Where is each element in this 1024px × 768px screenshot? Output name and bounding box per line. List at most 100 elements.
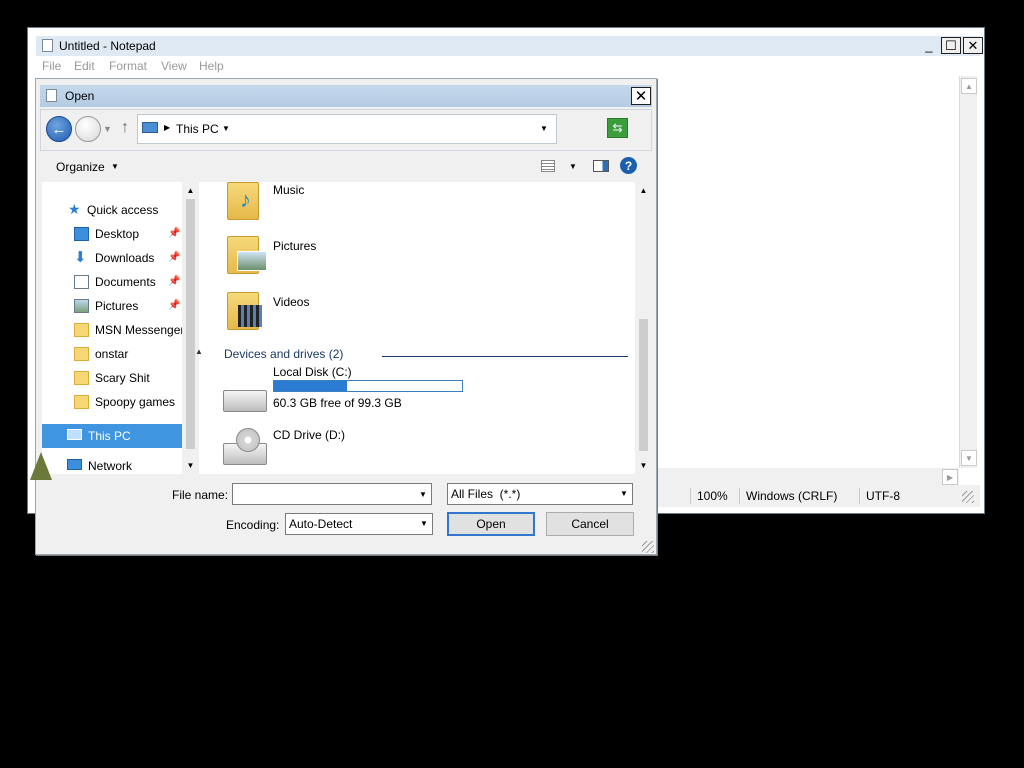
sidebar-item-label: This PC [88, 429, 131, 443]
folder-icon [74, 323, 89, 337]
forward-arrow-icon[interactable] [75, 116, 101, 142]
menu-file[interactable]: File [42, 59, 61, 73]
cancel-button[interactable]: Cancel [546, 512, 634, 536]
scroll-up-icon[interactable]: ▲ [961, 78, 977, 94]
file-name-input[interactable]: ▼ [232, 483, 432, 505]
dialog-close-button[interactable]: ✕ [631, 87, 651, 105]
pin-icon[interactable]: 📌 [168, 295, 180, 317]
maximize-button[interactable]: ☐ [941, 37, 961, 54]
file-name-dropdown-icon[interactable]: ▼ [415, 484, 431, 504]
sidebar-item-desktop[interactable]: Desktop 📌 [42, 223, 182, 245]
menu-format[interactable]: Format [109, 59, 147, 73]
file-list-scrollbar[interactable]: ▲ ▼ [635, 182, 652, 474]
pin-icon[interactable]: 📌 [168, 271, 180, 293]
address-bar[interactable]: ▶ This PC ▼ ▼ [137, 114, 557, 144]
navigation-scrollbar[interactable]: ▲ ▼ [182, 182, 199, 474]
cd-drive-icon[interactable] [223, 428, 267, 465]
sidebar-item-downloads[interactable]: ⬇ Downloads 📌 [42, 247, 182, 269]
address-history-dropdown-icon[interactable]: ▼ [540, 124, 548, 133]
organize-dropdown-icon[interactable]: ▼ [111, 162, 119, 171]
scroll-up-icon[interactable]: ▲ [182, 182, 199, 198]
notepad-titlebar[interactable]: Untitled - Notepad _ ☐ ✕ [36, 36, 983, 56]
file-label-pictures[interactable]: Pictures [273, 239, 316, 253]
dialog-resize-grip-icon[interactable] [642, 541, 654, 553]
sidebar-item-scary-shit[interactable]: Scary Shit [42, 367, 182, 389]
group-header-devices[interactable]: Devices and drives (2) [224, 347, 343, 361]
sidebar-item-spoopy-games[interactable]: Spoopy games [42, 391, 182, 413]
help-icon[interactable]: ? [620, 157, 637, 174]
notepad-vertical-scrollbar[interactable]: ▲ ▼ [959, 76, 977, 468]
view-options-icon[interactable] [541, 160, 555, 172]
sidebar-item-quick-access[interactable]: ★ Quick access [42, 199, 182, 221]
file-type-select[interactable]: All Files (*.*) ▼ [447, 483, 633, 505]
notepad-title: Untitled - Notepad [59, 39, 156, 53]
computer-icon [67, 429, 82, 440]
group-divider [382, 356, 628, 357]
sidebar-item-onstar[interactable]: onstar [42, 343, 182, 365]
pin-icon[interactable]: 📌 [168, 247, 180, 269]
drive-label-d[interactable]: CD Drive (D:) [273, 428, 345, 442]
address-breadcrumb[interactable]: This PC [176, 122, 219, 136]
sidebar-item-label: MSN Messenger [95, 323, 185, 337]
network-icon [67, 459, 82, 470]
pictures-icon [74, 299, 89, 313]
file-label-music[interactable]: Music [273, 183, 304, 197]
download-icon: ⬇ [74, 249, 87, 266]
menu-edit[interactable]: Edit [74, 59, 95, 73]
desktop-icon [74, 227, 89, 241]
sidebar-item-this-pc[interactable]: This PC [42, 425, 182, 447]
mouse-cursor-icon [30, 452, 52, 480]
scroll-down-icon[interactable]: ▼ [635, 457, 652, 473]
notepad-app-icon [42, 39, 53, 52]
organize-button[interactable]: Organize [56, 160, 105, 174]
pin-icon[interactable]: 📌 [168, 223, 180, 245]
file-type-value: All Files (*.*) [451, 487, 521, 501]
notepad-menubar: File Edit Format View Help [36, 56, 980, 76]
encoding-value: Auto-Detect [289, 517, 353, 531]
file-type-dropdown-icon[interactable]: ▼ [616, 484, 632, 504]
sidebar-item-label: Spoopy games [95, 395, 176, 409]
scroll-down-icon[interactable]: ▼ [182, 457, 199, 473]
status-encoding: UTF-8 [859, 488, 900, 504]
folder-icon [74, 395, 89, 409]
encoding-select[interactable]: Auto-Detect ▼ [285, 513, 433, 535]
navigation-pane: ★ Quick access Desktop 📌 ⬇ Downloads 📌 D… [42, 182, 199, 474]
scroll-up-icon[interactable]: ▲ [635, 182, 652, 198]
scroll-right-icon[interactable]: ▶ [942, 469, 958, 485]
dialog-app-icon [46, 89, 57, 102]
computer-icon [142, 122, 158, 133]
encoding-dropdown-icon[interactable]: ▼ [416, 514, 432, 534]
history-dropdown-icon[interactable]: ▼ [103, 124, 112, 134]
menu-view[interactable]: View [161, 59, 187, 73]
sidebar-item-pictures[interactable]: Pictures 📌 [42, 295, 182, 317]
open-button[interactable]: Open [447, 512, 535, 536]
notepad-close-button[interactable]: ✕ [963, 37, 983, 54]
sidebar-item-network[interactable]: Network [42, 455, 182, 477]
refresh-icon[interactable]: ⇆ [607, 118, 628, 138]
scrollbar-thumb[interactable] [186, 199, 195, 449]
minimize-button[interactable]: _ [919, 37, 939, 54]
scrollbar-thumb[interactable] [639, 319, 648, 451]
sidebar-item-msn-messenger[interactable]: MSN Messenger [42, 319, 185, 341]
scroll-down-icon[interactable]: ▼ [961, 450, 977, 466]
status-line-ending: Windows (CRLF) [739, 488, 837, 504]
drive-label-c[interactable]: Local Disk (C:) [273, 365, 352, 379]
hard-disk-icon[interactable] [223, 390, 267, 412]
view-dropdown-icon[interactable]: ▼ [569, 162, 577, 171]
dialog-title: Open [65, 89, 95, 103]
sidebar-item-label: Quick access [87, 203, 159, 217]
breadcrumb-dropdown-icon[interactable]: ▼ [222, 124, 230, 133]
pictures-folder-icon [227, 236, 267, 274]
file-label-videos[interactable]: Videos [273, 295, 309, 309]
back-arrow-icon[interactable]: ← [46, 116, 72, 142]
breadcrumb-chevron-icon[interactable]: ▶ [164, 123, 170, 132]
resize-grip-icon[interactable] [962, 491, 974, 503]
collapse-group-icon[interactable]: ▲ [195, 347, 203, 356]
sidebar-item-documents[interactable]: Documents 📌 [42, 271, 182, 293]
preview-pane-icon[interactable] [593, 160, 609, 172]
open-dialog: Open ✕ ← ▼ ↑ ▶ This PC ▼ ▼ ⇆ Organize ▼ … [35, 78, 657, 555]
dialog-titlebar[interactable]: Open ✕ [40, 85, 652, 107]
menu-help[interactable]: Help [199, 59, 224, 73]
disk-usage-bar [273, 380, 463, 392]
up-arrow-icon[interactable]: ↑ [121, 119, 129, 137]
